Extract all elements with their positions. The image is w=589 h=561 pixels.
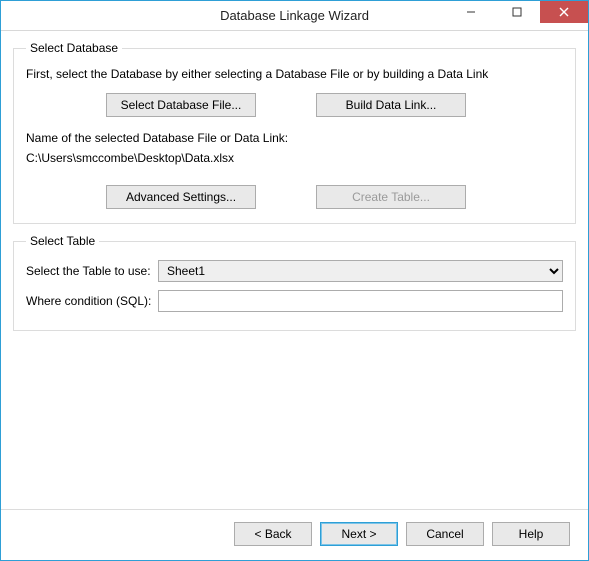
minimize-button[interactable] bbox=[448, 1, 494, 23]
database-name-label: Name of the selected Database File or Da… bbox=[26, 131, 563, 145]
client-area: Select Database First, select the Databa… bbox=[1, 31, 588, 560]
cancel-button[interactable]: Cancel bbox=[406, 522, 484, 546]
create-table-button: Create Table... bbox=[316, 185, 466, 209]
table-select[interactable]: Sheet1 bbox=[158, 260, 563, 282]
database-instruction: First, select the Database by either sel… bbox=[26, 67, 563, 81]
select-table-legend: Select Table bbox=[26, 234, 99, 248]
maximize-icon bbox=[512, 7, 522, 17]
select-database-file-button[interactable]: Select Database File... bbox=[106, 93, 256, 117]
where-condition-label: Where condition (SQL): bbox=[26, 294, 158, 308]
minimize-icon bbox=[466, 7, 476, 17]
spacer bbox=[13, 341, 576, 509]
titlebar: Database Linkage Wizard bbox=[1, 1, 588, 31]
maximize-button[interactable] bbox=[494, 1, 540, 23]
help-button[interactable]: Help bbox=[492, 522, 570, 546]
close-icon bbox=[559, 7, 569, 17]
where-condition-row: Where condition (SQL): bbox=[26, 290, 563, 312]
close-button[interactable] bbox=[540, 1, 588, 23]
select-table-group: Select Table Select the Table to use: Sh… bbox=[13, 234, 576, 331]
footer-separator bbox=[1, 509, 588, 510]
build-data-link-button[interactable]: Build Data Link... bbox=[316, 93, 466, 117]
window-controls bbox=[448, 1, 588, 23]
database-path-value: C:\Users\smccombe\Desktop\Data.xlsx bbox=[26, 151, 563, 165]
database-button-row: Select Database File... Build Data Link.… bbox=[26, 93, 563, 117]
advanced-settings-button[interactable]: Advanced Settings... bbox=[106, 185, 256, 209]
window: Database Linkage Wizard Select Database … bbox=[0, 0, 589, 561]
next-button[interactable]: Next > bbox=[320, 522, 398, 546]
table-select-row: Select the Table to use: Sheet1 bbox=[26, 260, 563, 282]
back-button[interactable]: < Back bbox=[234, 522, 312, 546]
database-button-row-2: Advanced Settings... Create Table... bbox=[26, 185, 563, 209]
select-database-legend: Select Database bbox=[26, 41, 122, 55]
table-select-label: Select the Table to use: bbox=[26, 264, 158, 278]
wizard-footer: < Back Next > Cancel Help bbox=[13, 518, 576, 556]
where-condition-input[interactable] bbox=[158, 290, 563, 312]
select-database-group: Select Database First, select the Databa… bbox=[13, 41, 576, 224]
